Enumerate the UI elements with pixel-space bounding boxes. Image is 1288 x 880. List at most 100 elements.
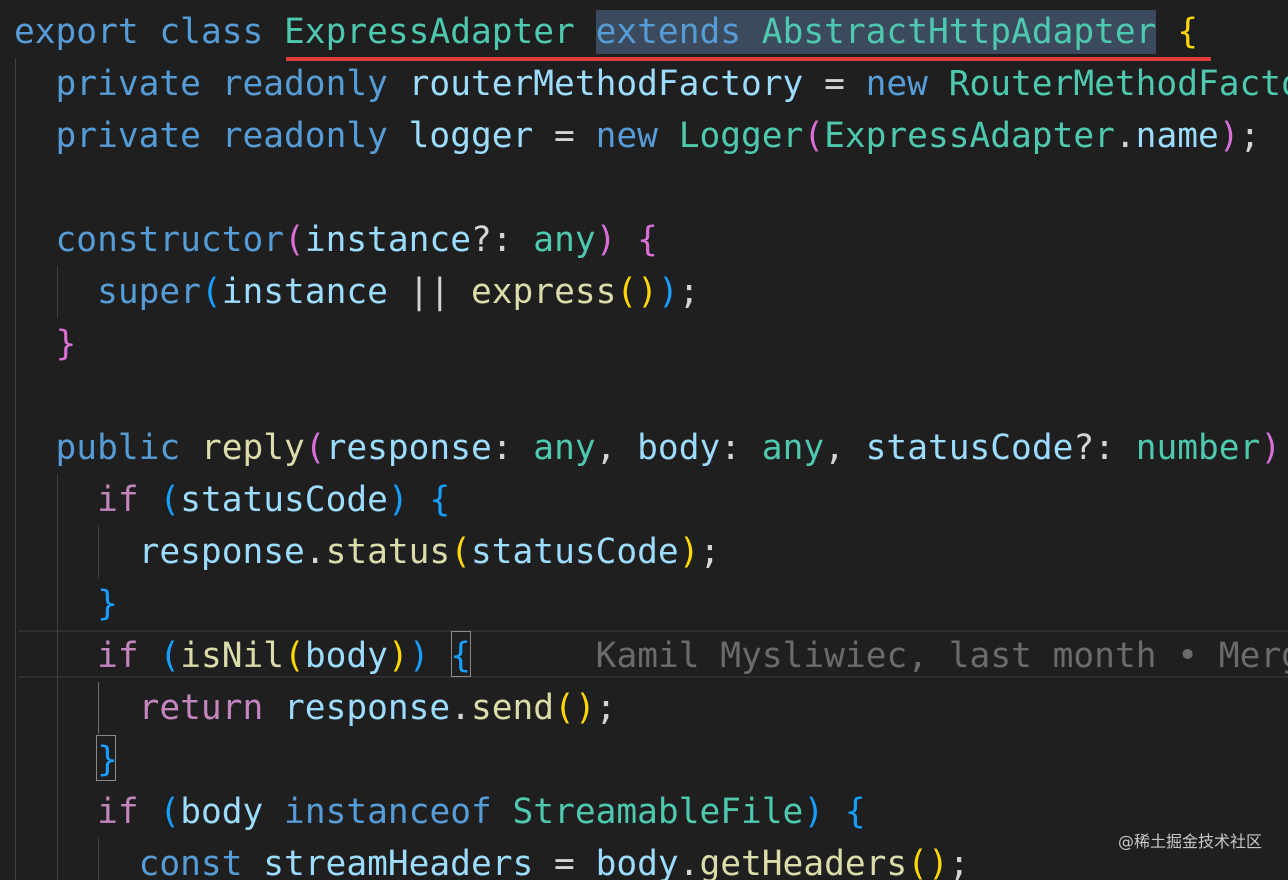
code-token: ) <box>803 792 845 832</box>
code-token: if <box>14 792 160 832</box>
code-token: statusCode <box>865 428 1074 468</box>
code-token: getHeaders <box>699 844 908 880</box>
code-token: ; <box>948 844 970 880</box>
code-token: ( <box>284 220 305 260</box>
code-line[interactable]: if (isNil(body)) { Kamil Mysliwiec, last… <box>14 630 1288 682</box>
code-token: } <box>14 324 77 364</box>
code-token: ( <box>304 428 326 468</box>
code-token: statusCode <box>180 480 388 520</box>
code-token: Logger <box>678 116 804 156</box>
code-line[interactable]: public reply(response: any, body: any, s… <box>14 422 1288 474</box>
code-line[interactable]: const streamHeaders = body.getHeaders(); <box>14 838 1288 880</box>
code-token: if <box>14 480 160 520</box>
code-token: instance <box>304 220 471 260</box>
code-line[interactable] <box>14 162 1288 214</box>
code-line[interactable]: export class ExpressAdapter extends Abst… <box>14 6 1288 58</box>
code-line[interactable]: } <box>14 578 1288 630</box>
code-line[interactable]: } <box>14 734 1288 786</box>
code-token: () <box>616 272 658 312</box>
code-token: , <box>824 428 866 468</box>
code-token: any <box>533 428 596 468</box>
code-line[interactable]: } <box>14 318 1288 370</box>
code-token: . <box>304 532 326 572</box>
code-line[interactable]: private readonly logger = new Logger(Exp… <box>14 110 1288 162</box>
code-token: new <box>865 64 949 104</box>
code-token: ( <box>803 116 825 156</box>
code-token: ; <box>595 688 617 728</box>
code-token: ) <box>657 272 679 312</box>
code-token: . <box>450 688 471 728</box>
watermark: @稀土掘金技术社区 <box>1117 832 1262 851</box>
code-line[interactable]: if (body instanceof StreamableFile) { <box>14 786 1288 838</box>
code-line[interactable]: response.status(statusCode); <box>14 526 1288 578</box>
code-token: number <box>1135 428 1261 468</box>
code-token: status <box>325 532 451 572</box>
code-token: = <box>533 844 596 880</box>
code-token: statusCode <box>470 532 679 572</box>
code-token: response <box>325 428 492 468</box>
code-token: ; <box>678 272 700 312</box>
code-token: ; <box>1239 116 1261 156</box>
code-token: send <box>470 688 555 728</box>
code-editor[interactable]: export class ExpressAdapter extends Abst… <box>0 0 1288 880</box>
code-line[interactable]: return response.send(); <box>14 682 1288 734</box>
code-token: . <box>1114 116 1136 156</box>
code-token: ( <box>450 532 471 572</box>
code-token: ( <box>159 636 181 676</box>
code-token: readonly <box>221 116 409 156</box>
code-token: private <box>14 116 222 156</box>
code-token: constructor <box>14 220 285 260</box>
code-token: ) <box>678 532 700 572</box>
code-token: super <box>14 272 201 312</box>
code-token: routerMethodFactory <box>408 64 804 104</box>
code-line[interactable] <box>14 370 1288 422</box>
code-token: ( <box>284 636 305 676</box>
code-token: const <box>14 844 264 880</box>
red-underline-annotation <box>286 57 1211 61</box>
code-token: if <box>14 636 160 676</box>
code-token: ( <box>159 480 181 520</box>
code-token: body <box>595 844 679 880</box>
code-token: ) <box>595 220 638 260</box>
code-token: RouterMethodFacto <box>948 64 1288 104</box>
code-token: || <box>387 272 471 312</box>
code-token: export <box>14 12 160 52</box>
code-token: public <box>14 428 201 468</box>
code-token: any <box>533 220 596 260</box>
code-token: } <box>14 584 118 624</box>
code-token: { <box>1177 12 1199 52</box>
code-token: extends <box>595 12 742 52</box>
code-token: ) <box>387 480 430 520</box>
code-token: express <box>470 272 617 312</box>
code-token: ExpressAdapter <box>824 116 1115 156</box>
code-token: logger <box>408 116 534 156</box>
code-token: return <box>14 688 285 728</box>
code-token: ) <box>1218 116 1240 156</box>
code-token: ?: <box>470 220 534 260</box>
code-token: { <box>844 792 866 832</box>
code-token: body <box>304 636 388 676</box>
code-line[interactable]: constructor(instance?: any) { <box>14 214 1288 266</box>
code-token: streamHeaders <box>263 844 534 880</box>
code-token: { <box>429 480 451 520</box>
code-token: } <box>14 740 118 780</box>
code-token: any <box>761 428 825 468</box>
code-token: ExpressAdapter <box>284 12 575 52</box>
code-line[interactable]: if (statusCode) { <box>14 474 1288 526</box>
code-token: AbstractHttpAdapter <box>761 12 1157 52</box>
code-line[interactable]: super(instance || express()); <box>14 266 1288 318</box>
code-token: () <box>907 844 949 880</box>
code-token: body <box>180 792 285 832</box>
code-token: class <box>159 12 285 52</box>
code-token: { <box>637 220 658 260</box>
code-token: isNil <box>180 636 285 676</box>
code-token: () <box>554 688 596 728</box>
code-token: reply <box>200 428 305 468</box>
code-token: StreamableFile <box>512 792 804 832</box>
code-token: { <box>450 636 472 676</box>
code-line[interactable]: private readonly routerMethodFactory = n… <box>14 58 1288 110</box>
code-token: private <box>14 64 222 104</box>
